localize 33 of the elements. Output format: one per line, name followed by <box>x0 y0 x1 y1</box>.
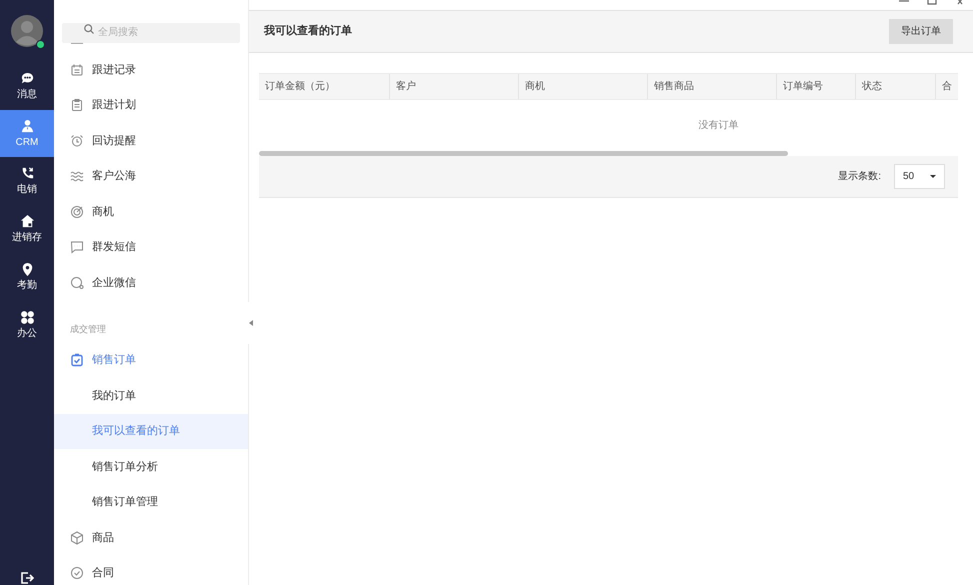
search-field[interactable]: 全局搜索 <box>62 22 240 42</box>
column-header: 订单编号 <box>776 74 855 99</box>
sidebar-item[interactable]: 销售订单 <box>54 342 248 378</box>
sidebar-item[interactable]: 跟进记录 <box>54 52 248 88</box>
sidebar-subitem[interactable]: 销售订单管理 <box>54 484 248 520</box>
column-header: 状态 <box>855 74 935 99</box>
nav-rail-item[interactable]: 进销存 <box>0 205 54 253</box>
column-header: 订单金额（元） <box>264 80 336 94</box>
sidebar-item[interactable]: 客户公海 <box>54 158 248 194</box>
page-size-select[interactable]: 50 <box>894 164 945 189</box>
sidebar-subitem[interactable]: 我的订单 <box>54 378 248 414</box>
column-header: 合 <box>935 74 958 99</box>
column-header: 客户 <box>389 74 518 99</box>
page-title: 我可以查看的订单 <box>264 24 352 40</box>
nav-rail-item[interactable]: CRM <box>0 110 54 157</box>
nav-rail-item[interactable]: 消息 <box>0 62 54 110</box>
nav-rail-item[interactable]: 考勤 <box>0 253 54 301</box>
sidebar-item[interactable]: 跟进计划 <box>54 88 248 123</box>
sidebar-item[interactable]: 商机 <box>54 194 248 230</box>
sidebar-item[interactable]: 企业微信 <box>54 265 248 300</box>
section-heading: 成交管理 <box>70 323 106 336</box>
sidebar-subitem[interactable]: 销售订单分析 <box>54 449 248 484</box>
nav-rail-item[interactable]: 电销 <box>0 157 54 205</box>
export-button[interactable]: 导出订单 <box>889 19 953 44</box>
page-size-label: 显示条数: <box>838 170 881 184</box>
sidebar-item[interactable]: 回访提醒 <box>54 123 248 158</box>
sidebar-item[interactable]: 群发短信 <box>54 230 248 265</box>
nav-rail-item[interactable]: 办公 <box>0 301 54 349</box>
empty-message: 没有订单 <box>698 118 738 133</box>
column-header: 销售商品 <box>647 74 776 99</box>
column-header: 商机 <box>518 74 647 99</box>
sidebar-item[interactable]: 商品 <box>54 520 248 556</box>
sidebar-item[interactable]: 合同 <box>54 556 248 585</box>
